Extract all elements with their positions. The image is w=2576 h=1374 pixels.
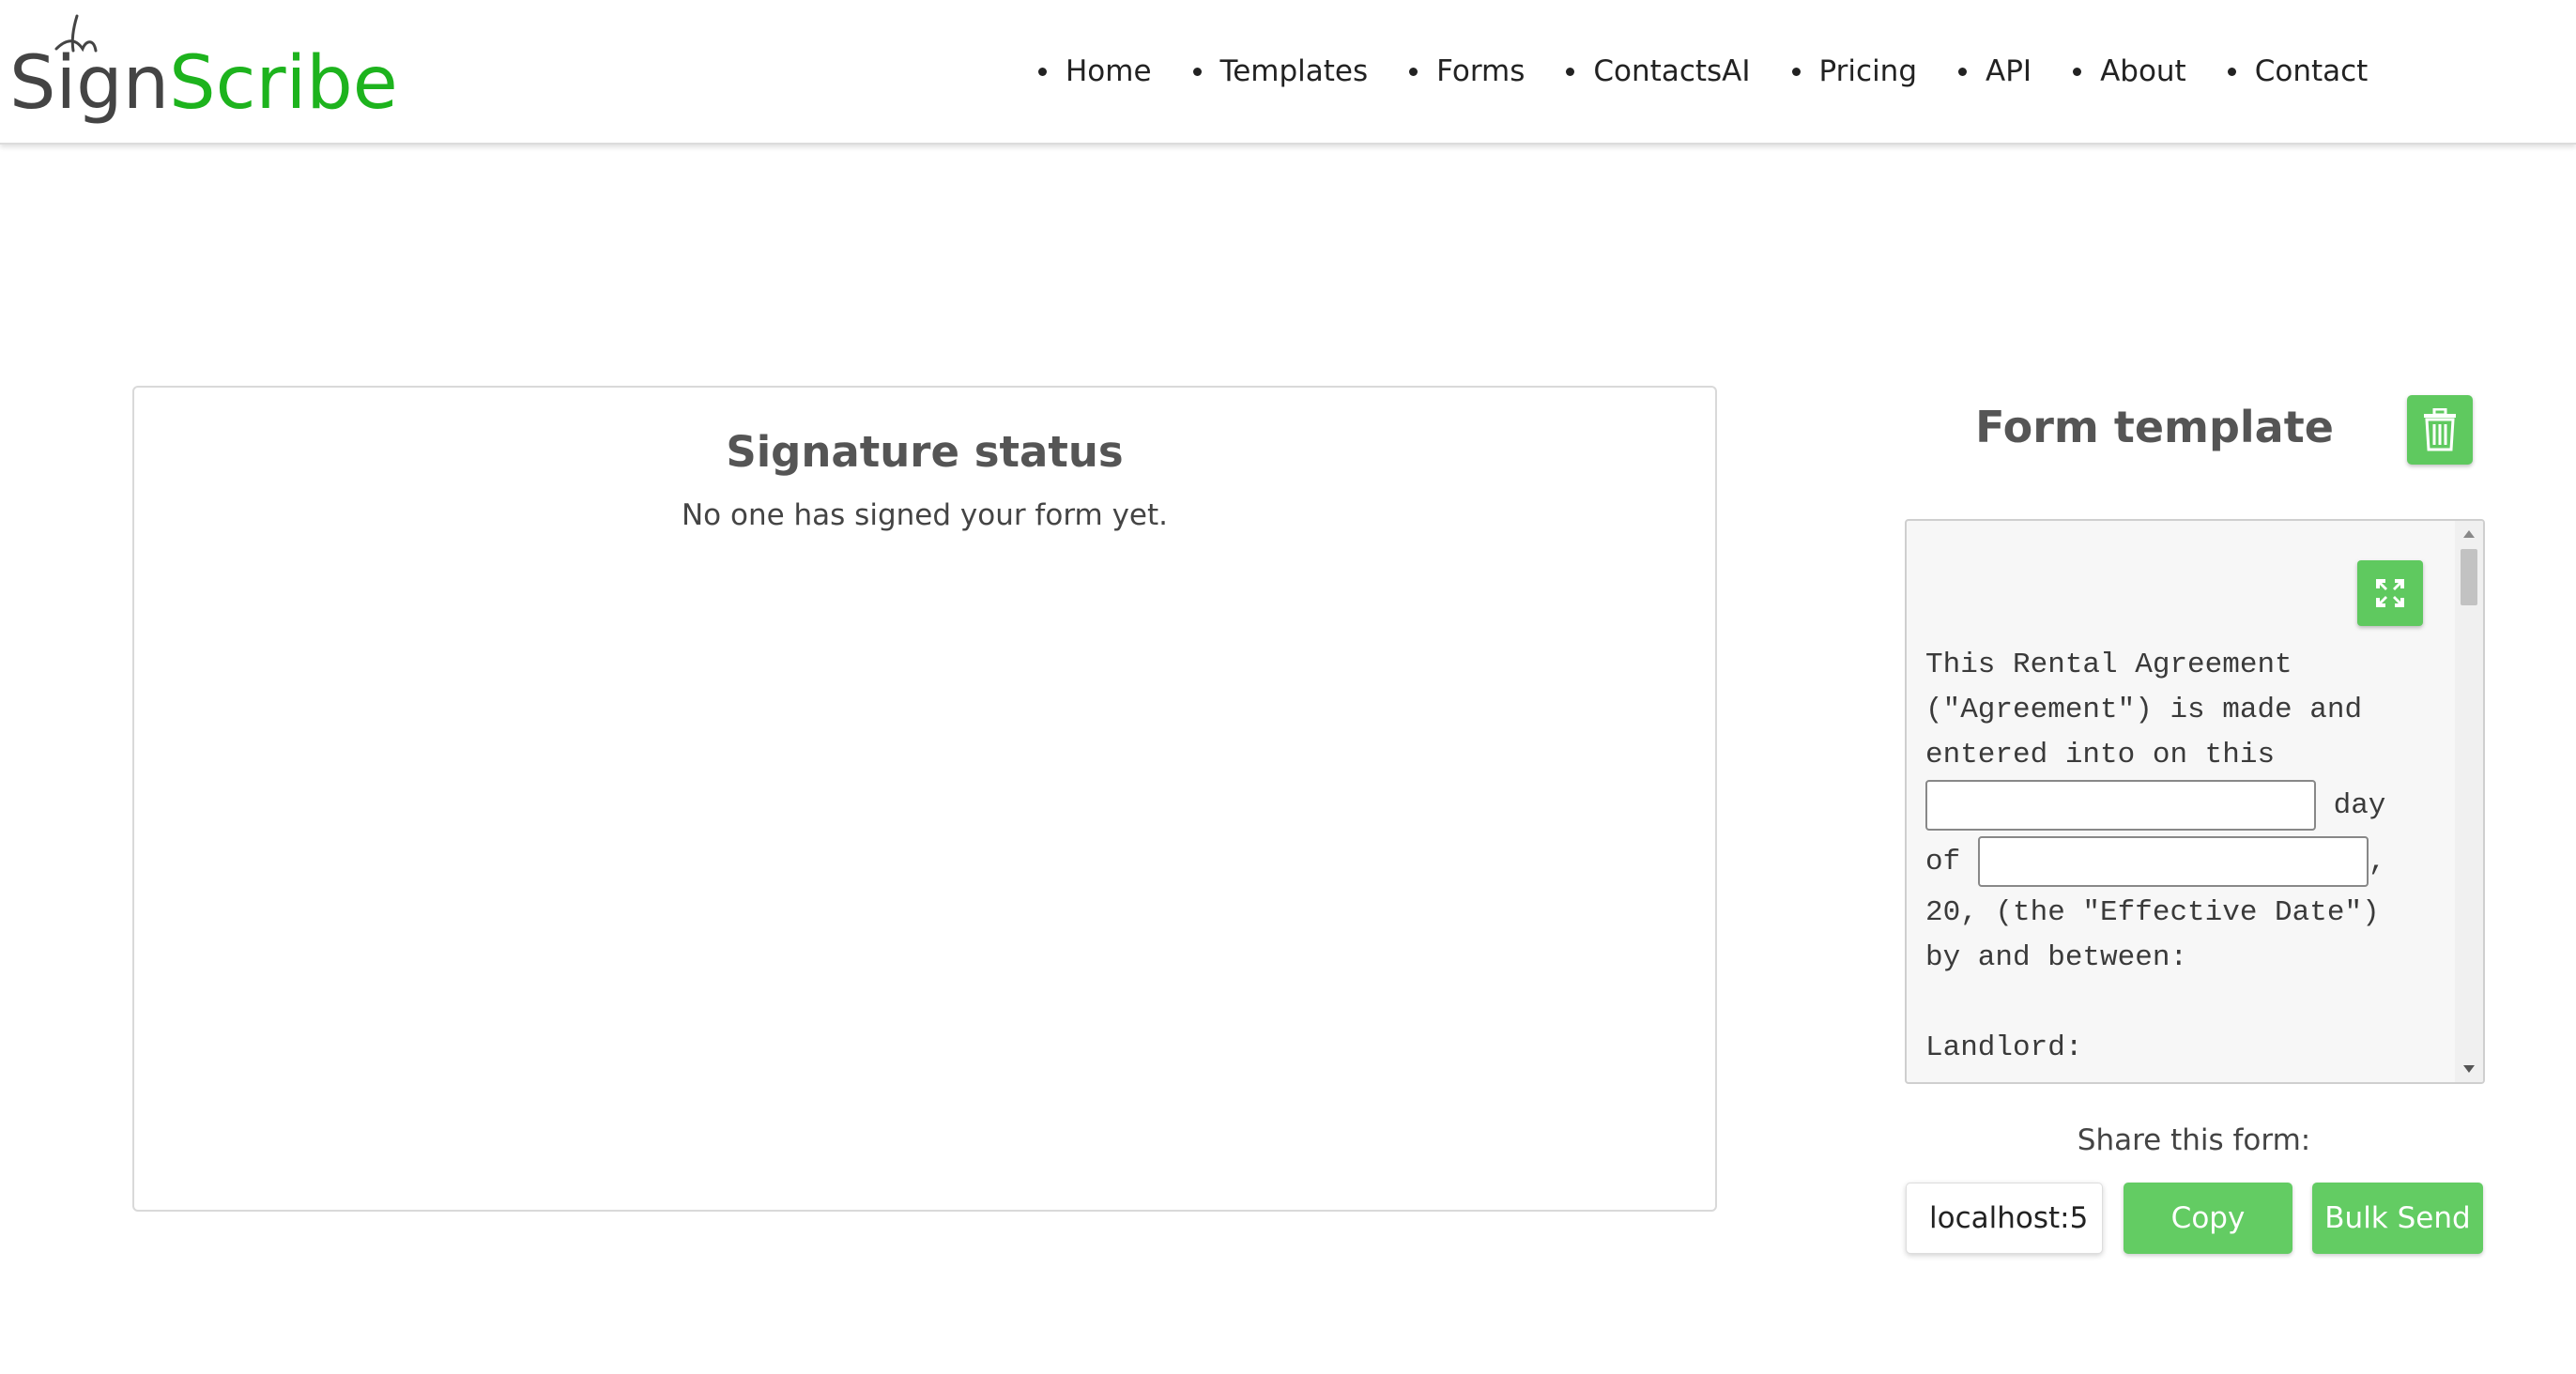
signature-scribble-icon [54, 14, 98, 53]
form-template-title: Form template [1975, 402, 2334, 452]
nav-label: ContactsAI [1593, 54, 1751, 88]
doc-text-fragment: of [1925, 846, 1978, 878]
nav-item-contactsai[interactable]: ContactsAI [1560, 54, 1751, 88]
bullet-icon [1192, 67, 1202, 76]
doc-line-with-input: of , [1925, 834, 2414, 891]
signature-status-message: No one has signed your form yet. [681, 498, 1168, 532]
nav-label: Home [1066, 54, 1152, 88]
nav-label: Pricing [1818, 54, 1918, 88]
doc-line-with-input: day [1925, 778, 2414, 834]
doc-text-fragment: , [2368, 846, 2386, 878]
signature-status-title: Signature status [726, 427, 1124, 477]
doc-line: This Rental Agreement [1925, 649, 2292, 681]
delete-template-button[interactable] [2407, 395, 2473, 465]
month-input[interactable] [1977, 835, 2369, 887]
doc-line: 20, (the "Effective Date") [1925, 896, 2380, 929]
bullet-icon [1409, 67, 1418, 76]
scroll-down-arrow-icon[interactable] [2463, 1065, 2475, 1073]
trash-icon [2424, 408, 2456, 451]
site-header: SignScribe Home Templates Forms Contacts… [0, 0, 2576, 145]
nav-item-home[interactable]: Home [1033, 54, 1152, 88]
nav-item-api[interactable]: API [1953, 54, 2032, 88]
nav-label: Forms [1436, 54, 1526, 88]
nav-item-forms[interactable]: Forms [1403, 54, 1525, 88]
doc-line: entered into on this [1925, 739, 2276, 771]
bullet-icon [2227, 67, 2236, 76]
template-document-text: This Rental Agreement ("Agreement") is m… [1925, 643, 2414, 1071]
doc-text-fragment: day [2316, 789, 2386, 822]
bullet-icon [1038, 67, 1047, 76]
nav-item-pricing[interactable]: Pricing [1786, 54, 1918, 88]
expand-icon [2376, 579, 2404, 607]
nav-label: Contact [2254, 54, 2369, 88]
bullet-icon [1958, 67, 1968, 76]
signature-status-card: Signature status No one has signed your … [132, 386, 1717, 1212]
share-form-label: Share this form: [2077, 1123, 2311, 1157]
expand-template-button[interactable] [2357, 560, 2423, 626]
nav-item-templates[interactable]: Templates [1188, 54, 1369, 88]
scroll-up-arrow-icon[interactable] [2463, 530, 2475, 538]
nav-item-about[interactable]: About [2067, 54, 2186, 88]
day-input[interactable] [1925, 779, 2316, 831]
nav-label: About [2100, 54, 2186, 88]
main-nav: Home Templates Forms ContactsAI Pricing … [1033, 47, 2403, 96]
share-url-field[interactable] [1906, 1183, 2103, 1254]
doc-blank-line [1925, 981, 2414, 1026]
doc-line: ("Agreement") is made and [1925, 694, 2363, 726]
bullet-icon [1566, 67, 1575, 76]
nav-label: Templates [1219, 54, 1369, 88]
nav-item-contact[interactable]: Contact [2222, 54, 2369, 88]
form-template-preview[interactable]: This Rental Agreement ("Agreement") is m… [1905, 519, 2485, 1084]
bulk-send-button[interactable]: Bulk Send [2312, 1183, 2483, 1254]
template-scrollbar[interactable] [2455, 521, 2483, 1082]
copy-link-button[interactable]: Copy [2124, 1183, 2292, 1254]
bullet-icon [1791, 67, 1801, 76]
nav-label: API [1986, 54, 2032, 88]
scroll-thumb[interactable] [2461, 549, 2477, 605]
doc-line: by and between: [1925, 941, 2188, 974]
signscribe-logo[interactable]: SignScribe [9, 11, 398, 130]
doc-line: Landlord: [1925, 1031, 2083, 1064]
logo-text-scribe: Scribe [169, 41, 398, 126]
bullet-icon [2073, 67, 2082, 76]
